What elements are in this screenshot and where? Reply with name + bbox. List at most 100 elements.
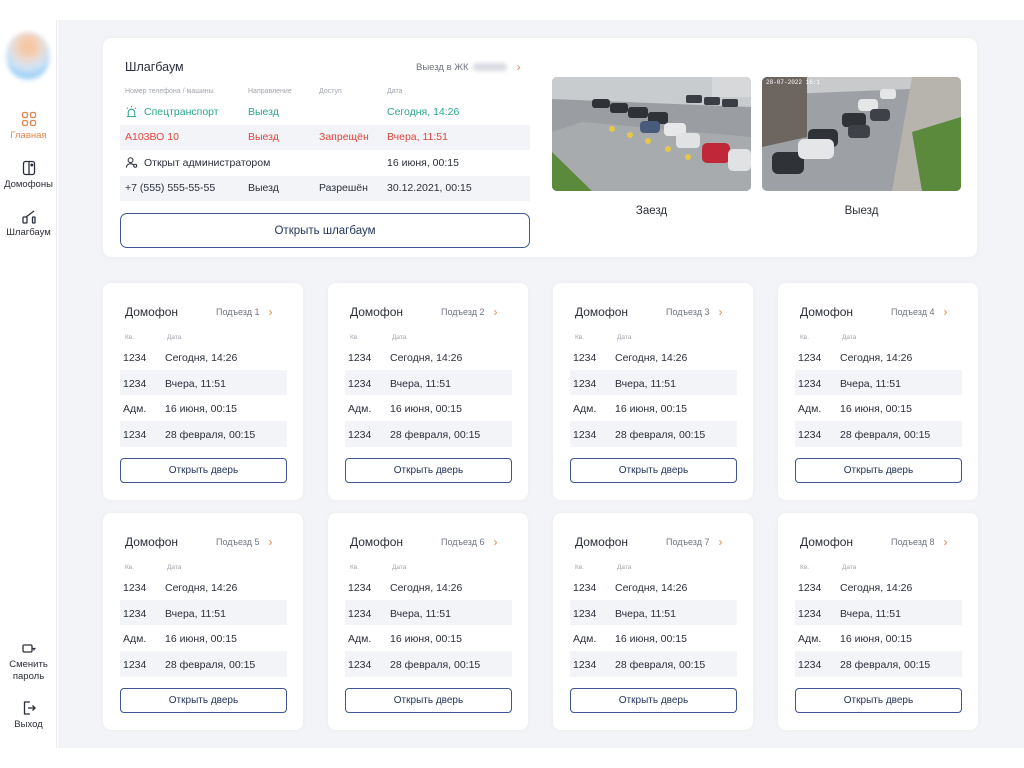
- intercom-title: Домофон: [350, 535, 404, 549]
- open-door-button[interactable]: Открыть дверь: [570, 688, 737, 713]
- event-date: Сегодня, 14:26: [615, 352, 688, 364]
- intercom-events-table: 1234 Сегодня, 14:26 1234 Вчера, 11:51 Адм.…: [795, 574, 962, 677]
- event-date: 28 февраля, 00:15: [840, 659, 931, 672]
- table-row: 1234 Вчера, 11:51: [570, 369, 737, 396]
- table-row: 1234 Сегодня, 14:26: [795, 344, 962, 370]
- table-row: Адм. 16 июня, 00:15: [795, 625, 962, 651]
- entrance-link[interactable]: Подъезд 6 ›: [441, 535, 497, 549]
- event-date: Вчера, 11:51: [615, 607, 676, 620]
- apartment: Адм.: [573, 633, 597, 646]
- column-header: Дата: [167, 564, 182, 571]
- intercom-card: Домофон Подъезд 5 › Кв. Дата 1234 Сегодня,…: [103, 513, 303, 730]
- access: Запрещён: [319, 131, 369, 144]
- column-header: Дата: [842, 564, 857, 571]
- sidebar-item-label: Шлагбаум: [6, 227, 51, 238]
- apartment: 1234: [123, 659, 147, 672]
- open-door-button[interactable]: Открыть дверь: [345, 688, 512, 713]
- column-header: Дата: [617, 334, 632, 341]
- table-row: 1234 28 февраля, 00:15: [795, 651, 962, 677]
- apartment: Адм.: [123, 633, 147, 646]
- table-row: 1234 Сегодня, 14:26: [345, 574, 512, 600]
- chevron-right-icon: ›: [943, 305, 948, 319]
- table-row: Спецтранспорт Выезд Сегодня, 14:26: [120, 99, 530, 125]
- column-header: Дата: [842, 334, 857, 341]
- barrier-icon: [21, 210, 36, 224]
- open-door-button[interactable]: Открыть дверь: [795, 688, 962, 713]
- entrance-link[interactable]: Подъезд 8 ›: [891, 535, 947, 549]
- table-row: 1234 Сегодня, 14:26: [570, 344, 737, 370]
- direction: Выезд: [248, 105, 279, 118]
- event-date: Сегодня, 14:26: [390, 582, 463, 594]
- entrance-link[interactable]: Подъезд 3 ›: [666, 305, 722, 319]
- open-door-button[interactable]: Открыть дверь: [345, 458, 512, 483]
- barrier-exit-link[interactable]: Выезд в ЖК ›: [416, 60, 521, 74]
- apartment: 1234: [798, 377, 822, 390]
- camera-entry-feed[interactable]: [552, 77, 751, 191]
- sidebar-item-barrier[interactable]: Шлагбаум: [0, 208, 57, 238]
- key-icon: [21, 644, 35, 653]
- apartment: 1234: [573, 429, 597, 442]
- table-row: 1234 28 февраля, 00:15: [345, 651, 512, 677]
- apartment: 1234: [348, 607, 372, 620]
- intercom-card: Домофон Подъезд 4 › Кв. Дата 1234 Сегодня,…: [778, 283, 978, 500]
- phone-number: +7 (555) 555-55-55: [125, 182, 216, 195]
- event-date: Вчера, 11:51: [390, 607, 451, 620]
- entrance-link[interactable]: Подъезд 7 ›: [666, 535, 722, 549]
- sidebar-item-label: Выход: [14, 719, 43, 730]
- table-row: 1234 28 февраля, 00:15: [120, 421, 287, 447]
- table-row: 1234 Сегодня, 14:26: [345, 344, 512, 370]
- apartment: Адм.: [573, 403, 597, 416]
- vehicle-plate: А103ВО 10: [125, 131, 179, 144]
- entrance-link[interactable]: Подъезд 2 ›: [441, 305, 497, 319]
- apartment: 1234: [123, 582, 147, 594]
- event-date: Вчера, 11:51: [615, 377, 676, 390]
- intercom-events-table: 1234 Сегодня, 14:26 1234 Вчера, 11:51 Адм.…: [570, 344, 737, 447]
- intercom-events-table: 1234 Сегодня, 14:26 1234 Вчера, 11:51 Адм.…: [345, 344, 512, 447]
- event-date: 16 июня, 00:15: [840, 633, 912, 646]
- intercom-title: Домофон: [125, 305, 179, 319]
- event-date: 28 февраля, 00:15: [615, 659, 706, 672]
- sidebar-item-intercoms[interactable]: Домофоны: [0, 160, 57, 190]
- intercom-title: Домофон: [350, 305, 404, 319]
- table-row: 1234 Вчера, 11:51: [345, 369, 512, 396]
- chevron-right-icon: ›: [943, 535, 948, 549]
- open-door-button[interactable]: Открыть дверь: [570, 458, 737, 483]
- avatar[interactable]: [6, 32, 50, 80]
- open-door-button[interactable]: Открыть дверь: [120, 688, 287, 713]
- chevron-right-icon: ›: [718, 535, 723, 549]
- table-row: 1234 Сегодня, 14:26: [120, 344, 287, 370]
- sidebar: Главная Домофоны Шлагбаум Сменить пароль: [0, 20, 57, 748]
- open-door-button[interactable]: Открыть дверь: [795, 458, 962, 483]
- intercom-icon: [22, 160, 35, 176]
- apartment: 1234: [348, 352, 372, 364]
- logout-icon: [23, 701, 36, 715]
- table-row: Открыт администратором 16 июня, 00:15: [120, 150, 530, 176]
- entrance-label: Подъезд 3: [666, 307, 710, 317]
- table-row: 1234 Вчера, 11:51: [120, 599, 287, 626]
- open-barrier-button[interactable]: Открыть шлагбаум: [120, 213, 530, 248]
- column-header: Кв.: [800, 334, 810, 341]
- camera-exit-feed[interactable]: 28-07-2022 16:1: [762, 77, 961, 191]
- event-date: Сегодня, 14:26: [840, 352, 913, 364]
- entrance-label: Подъезд 8: [891, 537, 935, 547]
- apartment: 1234: [348, 377, 372, 390]
- apartment: 1234: [798, 429, 822, 442]
- table-row: 1234 Вчера, 11:51: [120, 369, 287, 396]
- entrance-link[interactable]: Подъезд 4 ›: [891, 305, 947, 319]
- column-header: Дата: [392, 334, 407, 341]
- open-door-button[interactable]: Открыть дверь: [120, 458, 287, 483]
- sidebar-item-logout[interactable]: Выход: [0, 700, 57, 730]
- intercom-card: Домофон Подъезд 1 › Кв. Дата 1234 Сегодня,…: [103, 283, 303, 500]
- sidebar-item-home[interactable]: Главная: [0, 111, 57, 141]
- apartment: 1234: [123, 377, 147, 390]
- sidebar-item-change-password[interactable]: Сменить пароль: [0, 640, 57, 683]
- parking-camera-image: [762, 77, 961, 191]
- barrier-title: Шлагбаум: [125, 60, 184, 74]
- entrance-link[interactable]: Подъезд 1 ›: [216, 305, 272, 319]
- sidebar-item-label: Сменить пароль: [9, 659, 48, 682]
- entrance-link[interactable]: Подъезд 5 ›: [216, 535, 272, 549]
- intercom-events-table: 1234 Сегодня, 14:26 1234 Вчера, 11:51 Адм.…: [120, 574, 287, 677]
- table-row: 1234 Вчера, 11:51: [795, 369, 962, 396]
- redacted-name: [472, 63, 507, 71]
- admin-icon: [125, 157, 138, 168]
